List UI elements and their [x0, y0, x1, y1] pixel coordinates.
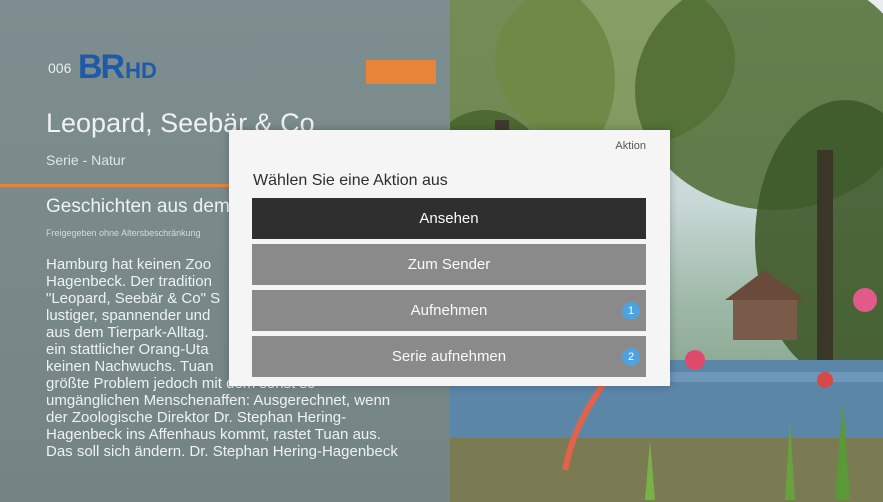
description-line: Hagenbeck ins Affenhaus kommt, rastet Tu…: [46, 426, 381, 443]
live-indicator: [366, 60, 436, 84]
record-button-label: Aufnehmen: [410, 302, 488, 319]
episode-title: Geschichten aus dem: [46, 196, 230, 217]
description-line: der Zoologische Direktor Dr. Stephan Her…: [46, 409, 347, 426]
number-badge-icon: 2: [622, 348, 640, 366]
age-rating: Freigegeben ohne Altersbeschränkung: [46, 228, 201, 238]
go-to-channel-button-label: Zum Sender: [407, 256, 491, 273]
watch-button-label: Ansehen: [419, 210, 479, 227]
record-series-button[interactable]: Serie aufnehmen 2: [252, 336, 646, 377]
record-series-button-label: Serie aufnehmen: [391, 348, 507, 365]
action-dialog: Aktion Wählen Sie eine Aktion aus Ansehe…: [229, 130, 670, 386]
dialog-label: Aktion: [615, 140, 646, 152]
dialog-prompt: Wählen Sie eine Aktion aus: [253, 172, 448, 189]
number-badge-icon: 1: [622, 302, 640, 320]
description-line: umgänglichen Menschenaffen: Ausgerechnet…: [46, 392, 391, 409]
channel-logo: BRHD: [78, 48, 157, 86]
go-to-channel-button[interactable]: Zum Sender: [252, 244, 646, 285]
description-line: Das soll sich ändern. Dr. Stephan Hering…: [46, 443, 398, 460]
watch-button[interactable]: Ansehen: [252, 198, 646, 239]
record-button[interactable]: Aufnehmen 1: [252, 290, 646, 331]
program-genre: Serie - Natur: [46, 152, 126, 168]
channel-number: 006: [48, 60, 72, 76]
tv-screen: 006 BRHD Leopard, Seebär & Co Serie - Na…: [0, 0, 883, 502]
